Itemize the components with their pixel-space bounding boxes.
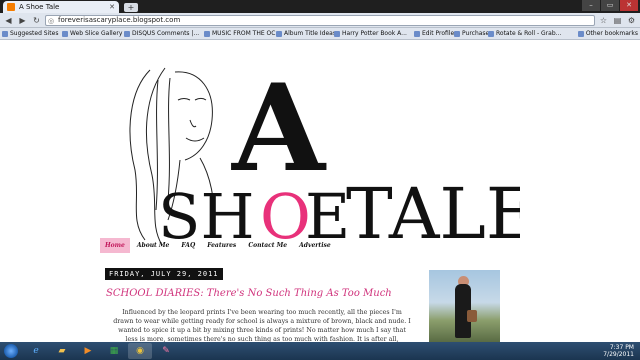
ie-icon[interactable]: ℯ [24,343,48,359]
blog-nav: Home About Me FAQ Features Contact Me Ad… [100,238,336,253]
start-button[interactable] [0,342,22,360]
nav-features[interactable]: Features [202,238,241,253]
maximize-button[interactable]: ▭ [601,0,619,11]
bookmark-item[interactable]: Rotate & Roll - Grab... [488,30,566,37]
bookmark-icon [334,30,340,37]
bookmark-item[interactable]: Album Title Ideas [276,30,336,37]
nav-contact-me[interactable]: Contact Me [243,238,292,253]
paint-icon[interactable]: ✎ [154,343,178,359]
close-tab-icon[interactable]: ✕ [109,3,115,11]
minimize-button[interactable]: – [582,0,600,11]
bookmark-icon [204,30,210,37]
taskbar: ℯ ▰ ▶ ▦ ◉ ✎ 7:37 PM 7/29/2011 [0,342,640,360]
folder-icon[interactable]: ▰ [50,343,74,359]
page-menu-icon[interactable]: ▤ [612,15,623,26]
post-body: Influenced by the leopard prints I've be… [113,309,411,342]
back-icon[interactable]: ◀ [3,15,14,26]
bookmark-icon [488,30,494,37]
bookmark-item[interactable]: Edit Profile [414,30,454,37]
post-date: FRIDAY, JULY 29, 2011 [105,268,223,280]
nav-advertise[interactable]: Advertise [294,238,336,253]
blogger-favicon-icon [7,3,15,11]
nav-home[interactable]: Home [100,238,130,253]
chrome-icon[interactable]: ◉ [128,343,152,359]
other-bookmarks[interactable]: Other bookmarks [577,30,638,37]
new-tab-button[interactable]: + [124,3,138,12]
sidebar-photo[interactable] [429,270,500,342]
url-text: foreverisascaryplace.blogspot.com [58,15,181,24]
bookmark-icon [62,30,68,37]
forward-icon[interactable]: ▶ [17,15,28,26]
logo-big-a: A [231,60,327,199]
browser-tab[interactable]: A Shoe Tale ✕ [3,1,119,13]
wrench-icon[interactable]: ⚙ [626,15,637,26]
bookmark-item[interactable]: Suggested Sites [2,30,62,37]
window-controls: – ▭ ✕ [582,0,638,11]
system-clock[interactable]: 7:37 PM 7/29/2011 [603,344,640,358]
bookmark-icon [276,30,282,37]
nav-about-me[interactable]: About Me [132,238,175,253]
tab-strip: A Shoe Tale ✕ + – ▭ ✕ [0,0,640,13]
nav-faq[interactable]: FAQ [176,238,200,253]
close-window-button[interactable]: ✕ [620,0,638,11]
bookmark-item[interactable]: Web Slice Gallery [62,30,124,37]
bookmark-item[interactable]: DISQUS Comments |... [124,30,204,37]
page-icon: ◎ [48,16,55,25]
star-icon[interactable]: ☆ [598,15,609,26]
bookmark-icon [124,30,130,37]
bookmark-icon [454,30,460,37]
clock-date: 7/29/2011 [603,351,634,358]
bookmark-icon [2,30,8,37]
tab-title: A Shoe Tale [19,3,60,11]
browser-toolbar: ◀ ▶ ↻ ◎ foreverisascaryplace.blogspot.co… [0,13,640,28]
bookmarks-bar: Suggested Sites Web Slice Gallery DISQUS… [0,28,640,40]
post-title[interactable]: SCHOOL DIARIES: There's No Such Thing As… [106,288,392,299]
bookmark-item[interactable]: MUSIC FROM THE OC [204,30,276,37]
photo-bag [467,310,477,322]
folder-icon [577,30,584,37]
bookmark-item[interactable]: Purchase [454,30,489,37]
blog-header: A SH O E TALE [129,60,520,250]
clock-time: 7:37 PM [609,344,634,351]
blog-page: A SH O E TALE Home About Me FAQ Features… [0,40,640,342]
address-bar[interactable]: ◎ foreverisascaryplace.blogspot.com [45,14,595,26]
windows-orb-icon [4,344,18,358]
bookmark-item[interactable]: Harry Potter Book A... [334,30,414,37]
excel-icon[interactable]: ▦ [102,343,126,359]
bookmark-icon [414,30,420,37]
logo-tale: TALE [346,173,520,250]
reload-icon[interactable]: ↻ [31,15,42,26]
media-icon[interactable]: ▶ [76,343,100,359]
